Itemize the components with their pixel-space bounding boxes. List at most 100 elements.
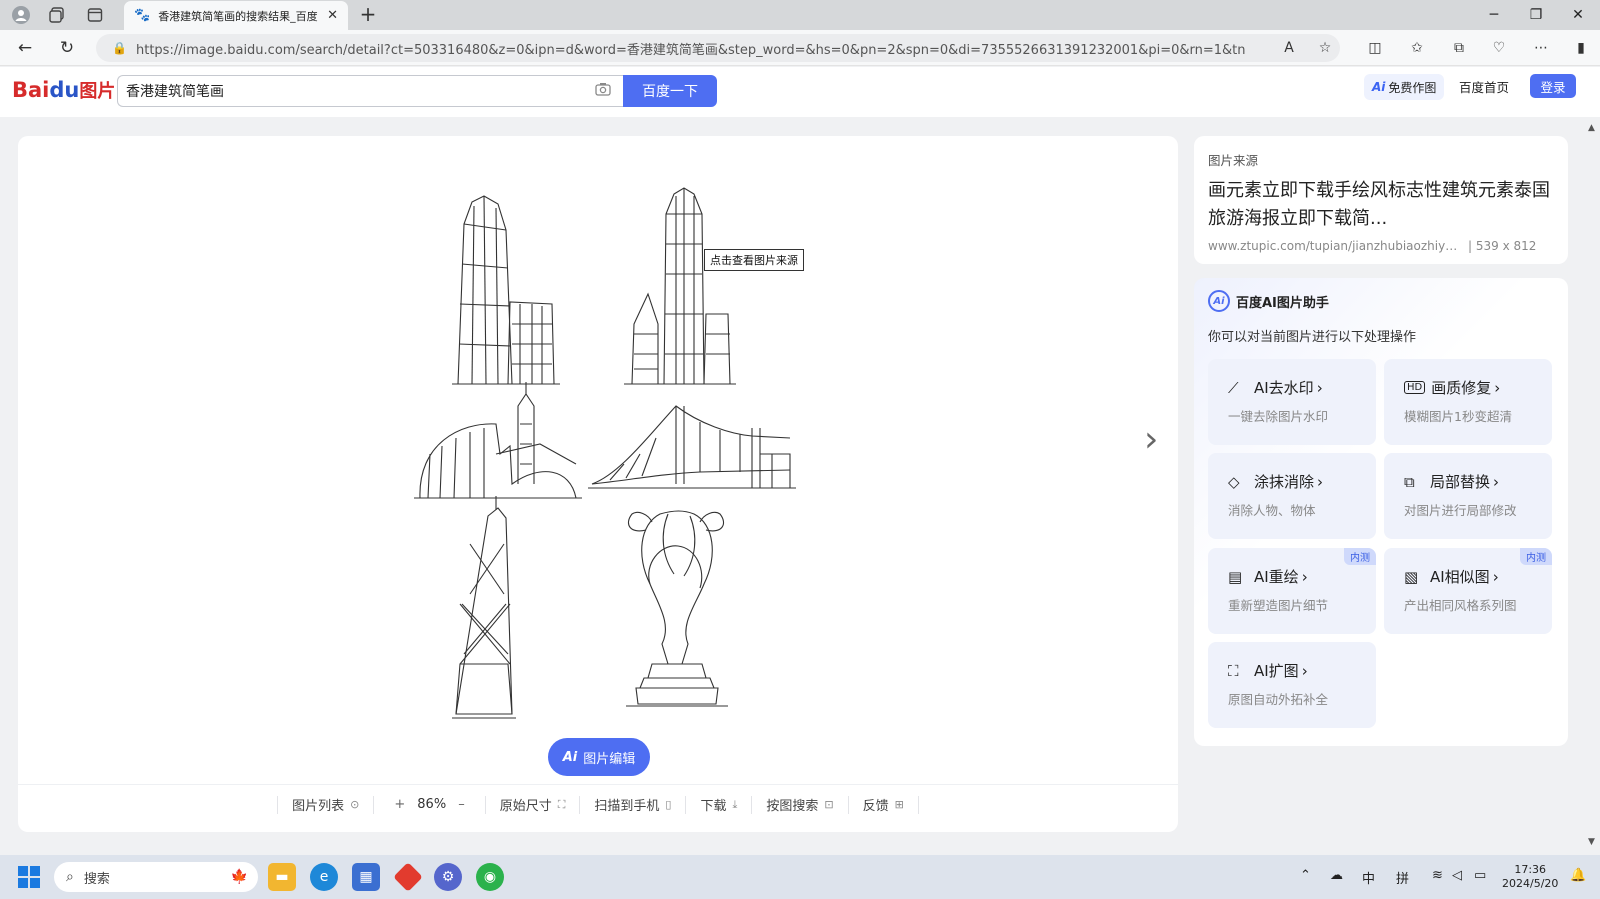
tab-actions-icon[interactable]: [84, 4, 106, 26]
zoom-in-button[interactable]: +: [394, 797, 405, 812]
feedback-button[interactable]: 反馈 ⊞: [849, 795, 919, 814]
tray-chevron-up-icon[interactable]: ⌃: [1300, 868, 1311, 883]
image-list-label: 图片列表: [292, 799, 345, 814]
source-meta: www.ztupic.com/tupian/jianzhubiaozhiyu..…: [1208, 239, 1554, 253]
source-dimensions: | 539 x 812: [1468, 239, 1537, 253]
scan-to-phone-label: 扫描到手机: [594, 799, 660, 814]
baidu-header: Bai du 图片 香港建筑简笔画 百度一下 Ai 免费作图 百度首页 登录: [0, 67, 1600, 117]
ai-tile-smear-erase[interactable]: ◇ 涂抹消除 › 消除人物、物体: [1208, 453, 1376, 539]
ai-tile-partial-replace[interactable]: ⧉ 局部替换 › 对图片进行局部修改: [1384, 453, 1552, 539]
favorites-icon[interactable]: ✩: [1404, 36, 1430, 60]
onedrive-cloud-icon[interactable]: ☁: [1330, 868, 1343, 883]
zoom-out-button[interactable]: –: [458, 797, 465, 812]
profile-icon[interactable]: [10, 4, 32, 26]
scroll-up-icon[interactable]: ▲: [1588, 123, 1595, 133]
tile-desc: 重新塑造图片细节: [1228, 598, 1329, 613]
phone-icon: ▯: [665, 798, 672, 811]
ai-free-draw-button[interactable]: Ai 免费作图: [1364, 74, 1445, 100]
volume-icon[interactable]: ◁: [1452, 868, 1462, 883]
circle-chevron-icon: ⊙: [350, 798, 360, 811]
new-tab-button[interactable]: +: [356, 3, 380, 27]
red-app-icon[interactable]: [393, 862, 423, 892]
back-icon[interactable]: ←: [12, 36, 38, 60]
restore-icon[interactable]: ❐: [1514, 0, 1558, 30]
logo-text-bai: Bai: [12, 78, 50, 102]
wifi-icon[interactable]: ≋: [1432, 868, 1443, 883]
source-title-link[interactable]: 画元素立即下载手绘风标志性建筑元素泰国旅游海报立即下载简...: [1208, 177, 1554, 233]
page-scrollbar[interactable]: ▲ ▼: [1586, 117, 1600, 857]
baidu-paw-icon: 🐾: [134, 8, 151, 23]
search-by-image-button[interactable]: 按图搜索 ⊡: [752, 795, 849, 814]
ai-free-label: 免费作图: [1388, 80, 1437, 95]
collections-icon[interactable]: ⧉: [1446, 36, 1472, 60]
notification-bell-icon[interactable]: 🔔: [1570, 868, 1586, 883]
logo-text-du: du: [49, 78, 80, 102]
ai-tile-expand-image[interactable]: ⛶ AI扩图 › 原图自动外拓补全: [1208, 642, 1376, 728]
url-field[interactable]: 🔒 https://image.baidu.com/search/detail?…: [96, 34, 1340, 62]
read-aloud-icon[interactable]: A: [1276, 36, 1302, 60]
redraw-icon: ▤: [1228, 567, 1243, 586]
ai-tile-remove-watermark[interactable]: ⟋ AI去水印 › 一键去除图片水印: [1208, 359, 1376, 445]
image-viewer: 点击查看图片来源 › Ai 图片编辑 图片列表 ⊙ + 86% – 原始尺寸 ⛶…: [18, 136, 1178, 832]
similar-image-icon: ▧: [1404, 567, 1419, 586]
taskbar-clock[interactable]: 17:36 2024/5/20: [1502, 863, 1558, 891]
viewer-toolbar: 图片列表 ⊙ + 86% – 原始尺寸 ⛶ 扫描到手机 ▯ 下载 ⤓ 按图搜索 …: [18, 784, 1178, 824]
lock-icon: 🔒: [112, 41, 127, 55]
edge-browser-icon[interactable]: e: [310, 863, 338, 891]
minimize-icon[interactable]: ─: [1472, 0, 1516, 30]
sidebar-toggle-icon[interactable]: ▮: [1568, 36, 1594, 60]
windows-start-icon[interactable]: [18, 866, 40, 888]
search-input[interactable]: 香港建筑简笔画: [117, 75, 623, 107]
hd-icon: HD: [1404, 381, 1426, 394]
wechat-icon[interactable]: ◉: [476, 863, 504, 891]
clock-date: 2024/5/20: [1502, 877, 1559, 890]
ime-language[interactable]: 中: [1362, 868, 1375, 887]
workspaces-icon[interactable]: [46, 4, 68, 26]
settings-app-icon[interactable]: ⚙: [434, 863, 462, 891]
image-list-button[interactable]: 图片列表 ⊙: [277, 795, 375, 814]
source-url[interactable]: www.ztupic.com/tupian/jianzhubiaozhiyu..…: [1208, 239, 1458, 253]
refresh-icon[interactable]: ↻: [54, 36, 80, 60]
extensions-icon[interactable]: ♡: [1486, 36, 1512, 60]
tile-title: AI扩图: [1254, 662, 1299, 680]
scroll-down-icon[interactable]: ▼: [1588, 837, 1595, 847]
download-button[interactable]: 下载 ⤓: [686, 795, 753, 814]
ai-tile-similar-image[interactable]: 内测 ▧ AI相似图 › 产出相同风格系列图: [1384, 548, 1552, 634]
source-label: 图片来源: [1208, 153, 1259, 168]
ai-tile-quality-restore[interactable]: HD 画质修复 › 模糊图片1秒变超清: [1384, 359, 1552, 445]
feedback-label: 反馈: [862, 799, 889, 814]
tab-close-icon[interactable]: ✕: [327, 8, 338, 23]
scan-to-phone-button[interactable]: 扫描到手机 ▯: [580, 795, 687, 814]
ime-mode[interactable]: 拼: [1396, 868, 1409, 887]
download-icon: ⤓: [732, 797, 738, 811]
original-size-button[interactable]: 原始尺寸 ⛶: [486, 795, 581, 814]
baidu-image-logo[interactable]: Bai du 图片: [12, 72, 115, 108]
favorite-star-icon[interactable]: ☆: [1312, 36, 1338, 60]
ai-panel-subtitle: 你可以对当前图片进行以下处理操作: [1208, 330, 1417, 345]
ai-logo-icon: Ai: [1208, 290, 1230, 312]
ai-panel-title: 百度AI图片助手: [1236, 295, 1329, 311]
battery-icon[interactable]: ▭: [1474, 868, 1486, 883]
beta-badge: 内测: [1520, 548, 1552, 565]
baidu-home-link[interactable]: 百度首页: [1459, 77, 1509, 96]
file-explorer-icon[interactable]: ▬: [268, 863, 296, 891]
tab-active[interactable]: 🐾 香港建筑简笔画的搜索结果_百度 ✕: [124, 1, 348, 30]
chevron-right-icon: ›: [1301, 567, 1308, 586]
ai-mark-icon: Ai: [1372, 80, 1386, 94]
image-edit-button[interactable]: Ai 图片编辑: [548, 738, 650, 776]
ai-tile-redraw[interactable]: 内测 ▤ AI重绘 › 重新塑造图片细节: [1208, 548, 1376, 634]
tile-title: AI相似图: [1430, 568, 1490, 586]
login-button[interactable]: 登录: [1530, 74, 1576, 98]
more-menu-icon[interactable]: ⋯: [1528, 36, 1554, 60]
taskbar-search-box[interactable]: ⌕ 搜索 🍁: [54, 862, 258, 892]
split-screen-icon[interactable]: ◫: [1362, 36, 1388, 60]
next-image-chevron-icon[interactable]: ›: [1144, 420, 1170, 462]
replace-icon: ⧉: [1404, 472, 1415, 491]
close-window-icon[interactable]: ✕: [1556, 0, 1600, 30]
address-bar-row: ← ↻ 🔒 https://image.baidu.com/search/det…: [0, 30, 1600, 66]
search-button[interactable]: 百度一下: [623, 75, 717, 107]
camera-icon[interactable]: [595, 82, 611, 100]
store-icon[interactable]: ▦: [352, 863, 380, 891]
browser-tab-bar: 🐾 香港建筑简笔画的搜索结果_百度 ✕ + ─ ❐ ✕: [0, 0, 1600, 30]
source-tooltip[interactable]: 点击查看图片来源: [704, 249, 804, 271]
